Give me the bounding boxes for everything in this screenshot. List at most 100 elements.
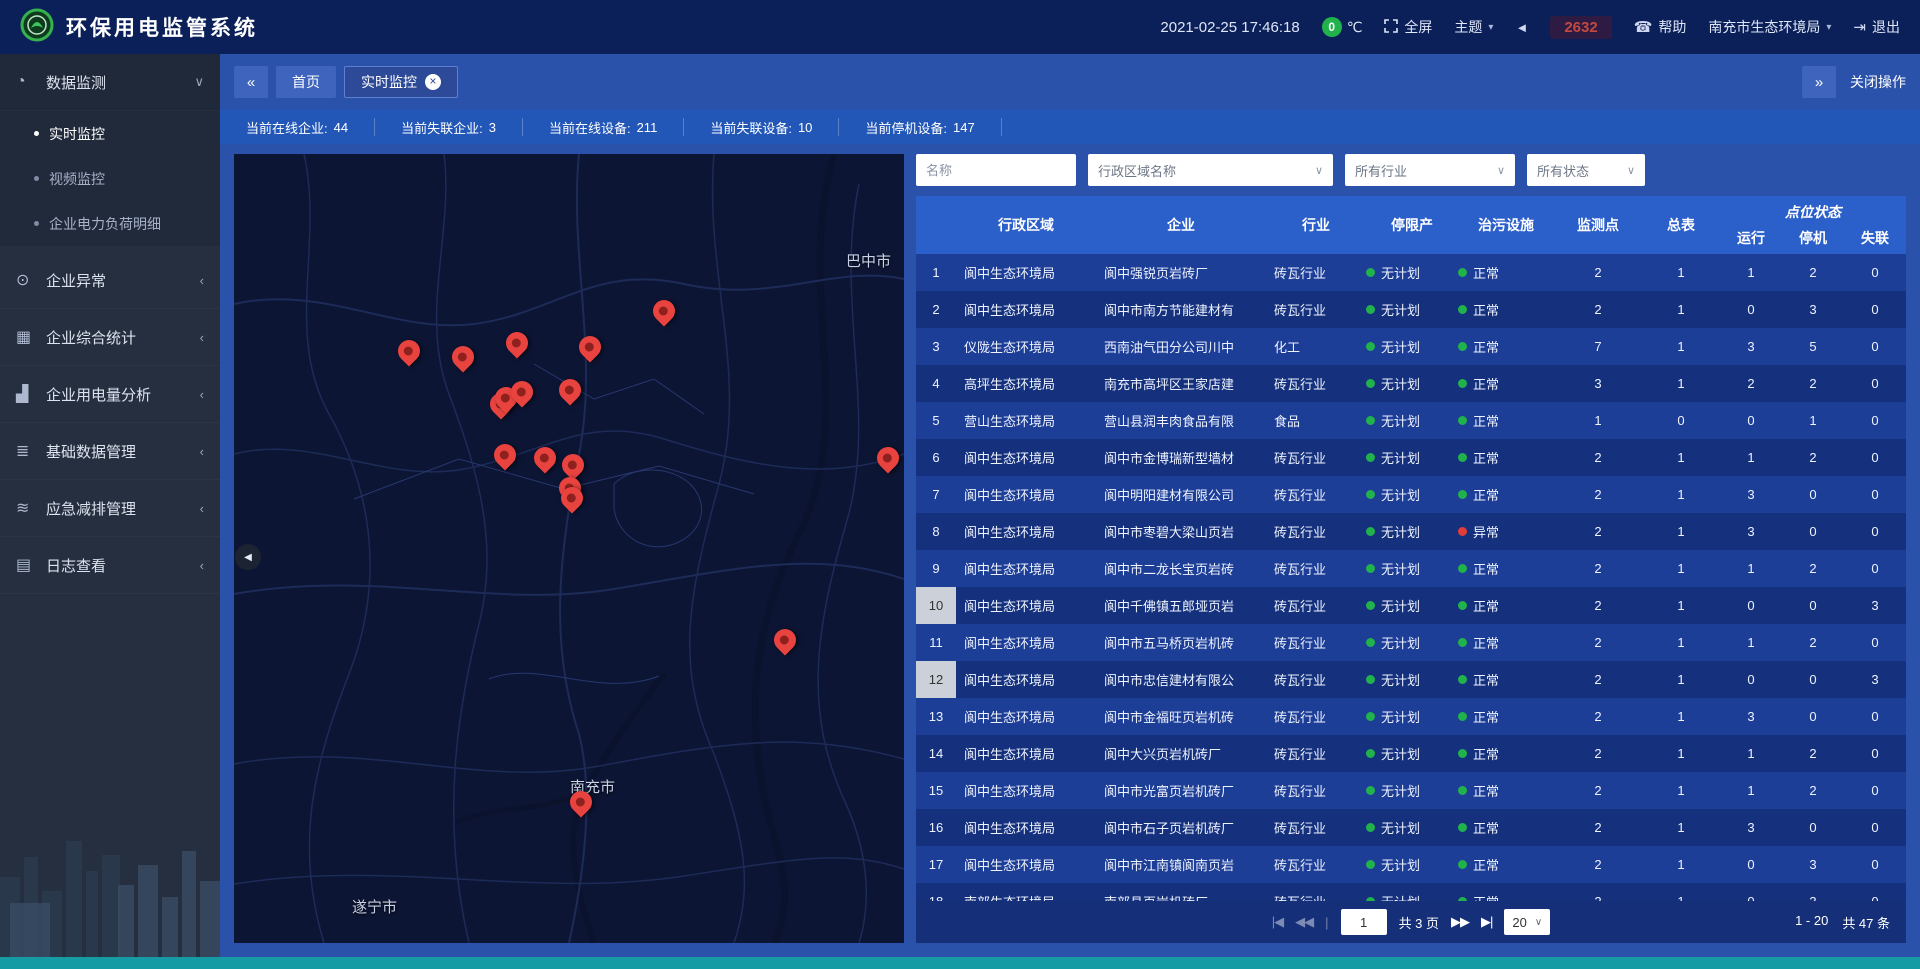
table-row-9[interactable]: 9阆中生态环境局阆中市二龙长宝页岩砖砖瓦行业无计划正常21120 (916, 550, 1906, 587)
last-page-button[interactable]: ▶| (1481, 914, 1492, 930)
close-icon[interactable]: × (425, 74, 441, 90)
page-size-select[interactable]: 20 ∨ (1504, 909, 1550, 935)
city-skyline-decoration (0, 807, 220, 957)
table-row-18[interactable]: 18南部生态环境局南部县页岩机砖厂砖瓦行业无计划正常21030 (916, 883, 1906, 901)
sidebar-item-0[interactable]: ◔数据监测∨ (0, 54, 220, 111)
cell-region: 阆中生态环境局 (956, 254, 1096, 291)
cell-points: 2 (1554, 439, 1642, 476)
cell-offline: 0 (1844, 883, 1906, 901)
cell-offline: 0 (1844, 476, 1906, 513)
table-row-10[interactable]: 10阆中生态环境局阆中千佛镇五郎垭页岩砖瓦行业无计划正常21003 (916, 587, 1906, 624)
map-collapse-button[interactable]: ◀ (235, 544, 261, 570)
org-dropdown[interactable]: 南充市生态环境局 ▾ (1708, 17, 1831, 37)
cell-meters: 1 (1642, 772, 1720, 809)
help-button[interactable]: ☎ 帮助 (1634, 17, 1687, 37)
stat-item-4: 当前停机设备:147 (839, 118, 1001, 136)
sidebar-item-4[interactable]: ≣基础数据管理‹ (0, 423, 220, 480)
table-row-3[interactable]: 3仪陇生态环境局西南油气田分公司川中化工无计划正常71350 (916, 328, 1906, 365)
cell-industry: 砖瓦行业 (1266, 809, 1366, 846)
next-page-button[interactable]: ▶▶ (1451, 914, 1469, 930)
chevron-down-icon: ∨ (1619, 164, 1635, 177)
speaker-icon[interactable]: ◄ (1515, 20, 1528, 35)
status-dot (1458, 749, 1467, 758)
cell-limit: 无计划 (1366, 846, 1458, 883)
table-row-14[interactable]: 14阆中生态环境局阆中大兴页岩机砖厂砖瓦行业无计划正常21120 (916, 735, 1906, 772)
phone-icon: ☎ (1634, 18, 1653, 36)
table-row-12[interactable]: 12阆中生态环境局阆中市忠信建材有限公砖瓦行业无计划正常21003 (916, 661, 1906, 698)
database-icon: ≣ (16, 441, 42, 461)
theme-dropdown[interactable]: 主题 ▾ (1454, 17, 1493, 37)
first-page-button[interactable]: |◀ (1272, 914, 1283, 930)
cell-industry: 砖瓦行业 (1266, 698, 1366, 735)
tabs-scroll-left-button[interactable]: « (234, 66, 268, 98)
table-row-4[interactable]: 4高坪生态环境局南充市高坪区王家店建砖瓦行业无计划正常31220 (916, 365, 1906, 402)
sidebar-item-1[interactable]: ⊙企业异常‹ (0, 252, 220, 309)
cell-region: 阆中生态环境局 (956, 735, 1096, 772)
status-dot (1366, 601, 1375, 610)
table-row-7[interactable]: 7阆中生态环境局阆中明阳建材有限公司砖瓦行业无计划正常21300 (916, 476, 1906, 513)
table-row-2[interactable]: 2阆中生态环境局阆中市南方节能建材有砖瓦行业无计划正常21030 (916, 291, 1906, 328)
app-root: 环保用电监管系统 2021-02-25 17:46:18 0 ℃ 全屏 主题 ▾… (0, 0, 1920, 969)
sidebar-subitem-0-2[interactable]: 企业电力负荷明细 (0, 201, 220, 246)
cell-industry: 砖瓦行业 (1266, 661, 1366, 698)
status-dot (1366, 305, 1375, 314)
cell-industry: 砖瓦行业 (1266, 439, 1366, 476)
cell-offline: 0 (1844, 550, 1906, 587)
sidebar-item-label: 企业异常 (46, 270, 200, 291)
sidebar-item-6[interactable]: ▤日志查看‹ (0, 537, 220, 594)
tab-realtime-monitoring[interactable]: 实时监控 × (344, 66, 458, 98)
sidebar-submenu: 实时监控视频监控企业电力负荷明细 (0, 111, 220, 246)
status-dot (1458, 712, 1467, 721)
cell-run: 3 (1720, 513, 1782, 550)
cell-row-number: 5 (916, 402, 956, 439)
cell-row-number: 1 (916, 254, 956, 291)
table-row-16[interactable]: 16阆中生态环境局阆中市石子页岩机砖厂砖瓦行业无计划正常21300 (916, 809, 1906, 846)
top-header: 环保用电监管系统 2021-02-25 17:46:18 0 ℃ 全屏 主题 ▾… (0, 0, 1920, 54)
cell-offline: 0 (1844, 402, 1906, 439)
status-dot (1458, 860, 1467, 869)
cell-industry: 砖瓦行业 (1266, 772, 1366, 809)
cell-facility: 正常 (1458, 328, 1554, 365)
prev-page-button[interactable]: ◀◀ (1295, 914, 1313, 930)
tabs-scroll-right-button[interactable]: » (1802, 66, 1836, 98)
name-search-input[interactable] (916, 154, 1076, 186)
map[interactable]: 巴中市南充市遂宁市 ◀ (234, 154, 904, 943)
cell-region: 阆中生态环境局 (956, 698, 1096, 735)
cell-region: 阆中生态环境局 (956, 587, 1096, 624)
sidebar-item-3[interactable]: ▟企业用电量分析‹ (0, 366, 220, 423)
cell-row-number: 15 (916, 772, 956, 809)
status-dot (1458, 379, 1467, 388)
sidebar-subitem-0-0[interactable]: 实时监控 (0, 111, 220, 156)
status-select[interactable]: 所有状态 ∨ (1527, 154, 1645, 186)
table-row-1[interactable]: 1阆中生态环境局阆中强锐页岩砖厂砖瓦行业无计划正常21120 (916, 254, 1906, 291)
table-row-13[interactable]: 13阆中生态环境局阆中市金福旺页岩机砖砖瓦行业无计划正常21300 (916, 698, 1906, 735)
close-operations-button[interactable]: 关闭操作 (1850, 72, 1906, 92)
table-row-8[interactable]: 8阆中生态环境局阆中市枣碧大梁山页岩砖瓦行业无计划异常21300 (916, 513, 1906, 550)
sidebar-subitem-0-1[interactable]: 视频监控 (0, 156, 220, 201)
fullscreen-button[interactable]: 全屏 (1384, 17, 1432, 37)
alert-count-badge[interactable]: 2632 (1550, 16, 1611, 39)
industry-select[interactable]: 所有行业 ∨ (1345, 154, 1515, 186)
cell-points: 2 (1554, 254, 1642, 291)
region-select[interactable]: 行政区域名称 ∨ (1088, 154, 1333, 186)
table-row-6[interactable]: 6阆中生态环境局阆中市金博瑞新型墙材砖瓦行业无计划正常21120 (916, 439, 1906, 476)
cell-company: 西南油气田分公司川中 (1096, 328, 1266, 365)
filter-bar: 行政区域名称 ∨ 所有行业 ∨ 所有状态 ∨ (916, 154, 1906, 186)
cell-stop: 2 (1782, 439, 1844, 476)
table-row-5[interactable]: 5营山生态环境局营山县润丰肉食品有限食品无计划正常10010 (916, 402, 1906, 439)
table-row-15[interactable]: 15阆中生态环境局阆中市光富页岩机砖厂砖瓦行业无计划正常21120 (916, 772, 1906, 809)
cell-company: 南部县页岩机砖厂 (1096, 883, 1266, 901)
sidebar-subitem-label: 企业电力负荷明细 (49, 214, 161, 234)
sidebar-item-2[interactable]: ▦企业综合统计‹ (0, 309, 220, 366)
table-row-11[interactable]: 11阆中生态环境局阆中市五马桥页岩机砖砖瓦行业无计划正常21120 (916, 624, 1906, 661)
cell-limit: 无计划 (1366, 476, 1458, 513)
page-number-input[interactable] (1341, 909, 1387, 935)
logout-button[interactable]: ⇥ 退出 (1853, 17, 1900, 37)
stat-value: 211 (637, 120, 658, 135)
table-row-17[interactable]: 17阆中生态环境局阆中市江南镇阆南页岩砖瓦行业无计划正常21030 (916, 846, 1906, 883)
stat-value: 3 (489, 120, 496, 135)
tab-home[interactable]: 首页 (276, 66, 336, 98)
sidebar-item-5[interactable]: ≋应急减排管理‹ (0, 480, 220, 537)
cell-meters: 1 (1642, 550, 1720, 587)
chevron-left-icon: ‹ (200, 387, 204, 402)
